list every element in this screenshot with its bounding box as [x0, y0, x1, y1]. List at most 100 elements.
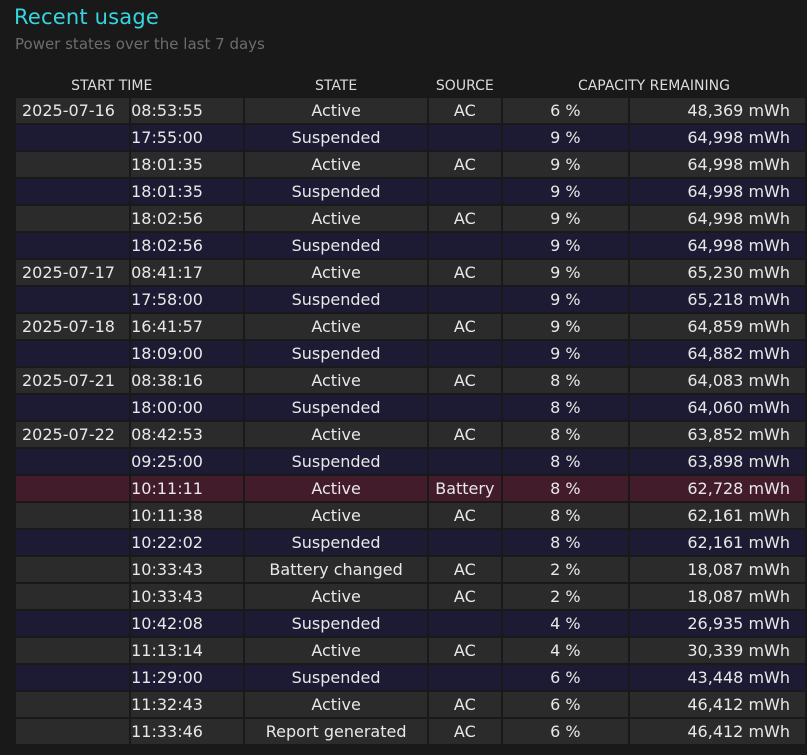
row-source: AC: [428, 422, 501, 447]
row-capacity-percent: 8 %: [502, 449, 628, 474]
row-capacity-percent: 2 %: [502, 557, 628, 582]
row-state: Suspended: [245, 125, 427, 150]
table-body: 2025-07-16 08:53:55 Active AC 6 % 48,369 mWh 1…: [16, 98, 805, 744]
row-state: Suspended: [245, 665, 427, 690]
row-state: Active: [245, 638, 427, 663]
row-time: 18:02:56: [131, 233, 244, 258]
row-capacity-percent: 8 %: [502, 503, 628, 528]
table-row: 2025-07-17 08:41:17 Active AC 9 % 65,230 mWh: [16, 260, 805, 285]
row-source: AC: [428, 152, 501, 177]
row-time: 17:58:00: [131, 287, 244, 312]
row-capacity-mwh: 46,412 mWh: [629, 692, 805, 717]
table-row: 18:02:56 Active AC 9 % 64,998 mWh: [16, 206, 805, 231]
row-date: 2025-07-21: [16, 368, 130, 393]
row-state: Suspended: [245, 233, 427, 258]
row-date: [16, 179, 130, 204]
row-capacity-percent: 9 %: [502, 125, 628, 150]
column-header-source[interactable]: SOURCE: [429, 76, 501, 96]
row-source: AC: [428, 368, 501, 393]
table-row: 11:32:43 Active AC 6 % 46,412 mWh: [16, 692, 805, 717]
row-date: [16, 341, 130, 366]
row-capacity-percent: 6 %: [502, 692, 628, 717]
section-title: Recent usage: [14, 5, 160, 29]
table-row: 2025-07-18 16:41:57 Active AC 9 % 64,859 mWh: [16, 314, 805, 339]
row-date: [16, 584, 130, 609]
table-header-row: START TIME STATE SOURCE CAPACITY REMAINI…: [16, 76, 805, 96]
row-capacity-mwh: 63,852 mWh: [629, 422, 805, 447]
row-capacity-mwh: 26,935 mWh: [629, 611, 805, 636]
row-date: 2025-07-18: [16, 314, 130, 339]
row-date: [16, 476, 130, 501]
row-capacity-mwh: 64,998 mWh: [629, 233, 805, 258]
row-source: AC: [428, 260, 501, 285]
table-row: 10:11:38 Active AC 8 % 62,161 mWh: [16, 503, 805, 528]
row-source: [428, 530, 501, 555]
row-capacity-percent: 9 %: [502, 233, 628, 258]
row-date: 2025-07-17: [16, 260, 130, 285]
row-state: Active: [245, 314, 427, 339]
row-time: 11:33:46: [131, 719, 244, 744]
row-capacity-mwh: 62,728 mWh: [629, 476, 805, 501]
row-capacity-mwh: 63,898 mWh: [629, 449, 805, 474]
row-time: 08:41:17: [131, 260, 244, 285]
row-capacity-percent: 2 %: [502, 584, 628, 609]
row-capacity-mwh: 48,369 mWh: [629, 98, 805, 123]
table-row: 17:58:00 Suspended 9 % 65,218 mWh: [16, 287, 805, 312]
row-time: 11:29:00: [131, 665, 244, 690]
row-time: 11:32:43: [131, 692, 244, 717]
column-header-capacity[interactable]: CAPACITY REMAINING: [503, 76, 805, 96]
row-state: Suspended: [245, 449, 427, 474]
row-time: 18:09:00: [131, 341, 244, 366]
row-capacity-percent: 9 %: [502, 206, 628, 231]
row-time: 09:25:00: [131, 449, 244, 474]
row-capacity-mwh: 64,083 mWh: [629, 368, 805, 393]
row-date: [16, 233, 130, 258]
row-capacity-percent: 4 %: [502, 611, 628, 636]
row-capacity-percent: 9 %: [502, 287, 628, 312]
row-source: AC: [428, 692, 501, 717]
column-header-state[interactable]: STATE: [245, 76, 426, 96]
row-source: [428, 179, 501, 204]
row-state: Suspended: [245, 341, 427, 366]
row-date: [16, 125, 130, 150]
row-source: [428, 233, 501, 258]
row-capacity-percent: 8 %: [502, 368, 628, 393]
row-time: 11:13:14: [131, 638, 244, 663]
row-capacity-percent: 6 %: [502, 665, 628, 690]
row-state: Battery changed: [245, 557, 427, 582]
row-time: 10:11:38: [131, 503, 244, 528]
row-source: AC: [428, 206, 501, 231]
row-date: [16, 152, 130, 177]
row-time: 17:55:00: [131, 125, 244, 150]
row-capacity-percent: 8 %: [502, 476, 628, 501]
column-header-start-time[interactable]: START TIME: [16, 76, 243, 96]
table-row: 11:29:00 Suspended 6 % 43,448 mWh: [16, 665, 805, 690]
row-state: Suspended: [245, 611, 427, 636]
row-capacity-mwh: 18,087 mWh: [629, 584, 805, 609]
row-state: Active: [245, 206, 427, 231]
table-row: 2025-07-22 08:42:53 Active AC 8 % 63,852 mWh: [16, 422, 805, 447]
row-state: Active: [245, 152, 427, 177]
row-capacity-percent: 8 %: [502, 530, 628, 555]
row-time: 10:22:02: [131, 530, 244, 555]
row-state: Report generated: [245, 719, 427, 744]
row-source: AC: [428, 719, 501, 744]
row-source: AC: [428, 557, 501, 582]
row-capacity-percent: 6 %: [502, 719, 628, 744]
row-capacity-percent: 8 %: [502, 422, 628, 447]
row-state: Suspended: [245, 395, 427, 420]
row-capacity-mwh: 64,859 mWh: [629, 314, 805, 339]
row-source: [428, 395, 501, 420]
row-state: Suspended: [245, 287, 427, 312]
table-row: 09:25:00 Suspended 8 % 63,898 mWh: [16, 449, 805, 474]
row-capacity-mwh: 65,218 mWh: [629, 287, 805, 312]
row-capacity-mwh: 64,998 mWh: [629, 206, 805, 231]
row-source: Battery: [428, 476, 501, 501]
row-date: [16, 557, 130, 582]
row-capacity-mwh: 64,998 mWh: [629, 152, 805, 177]
row-date: [16, 719, 130, 744]
row-capacity-mwh: 30,339 mWh: [629, 638, 805, 663]
row-capacity-mwh: 62,161 mWh: [629, 503, 805, 528]
row-state: Active: [245, 98, 427, 123]
table-row: 18:09:00 Suspended 9 % 64,882 mWh: [16, 341, 805, 366]
